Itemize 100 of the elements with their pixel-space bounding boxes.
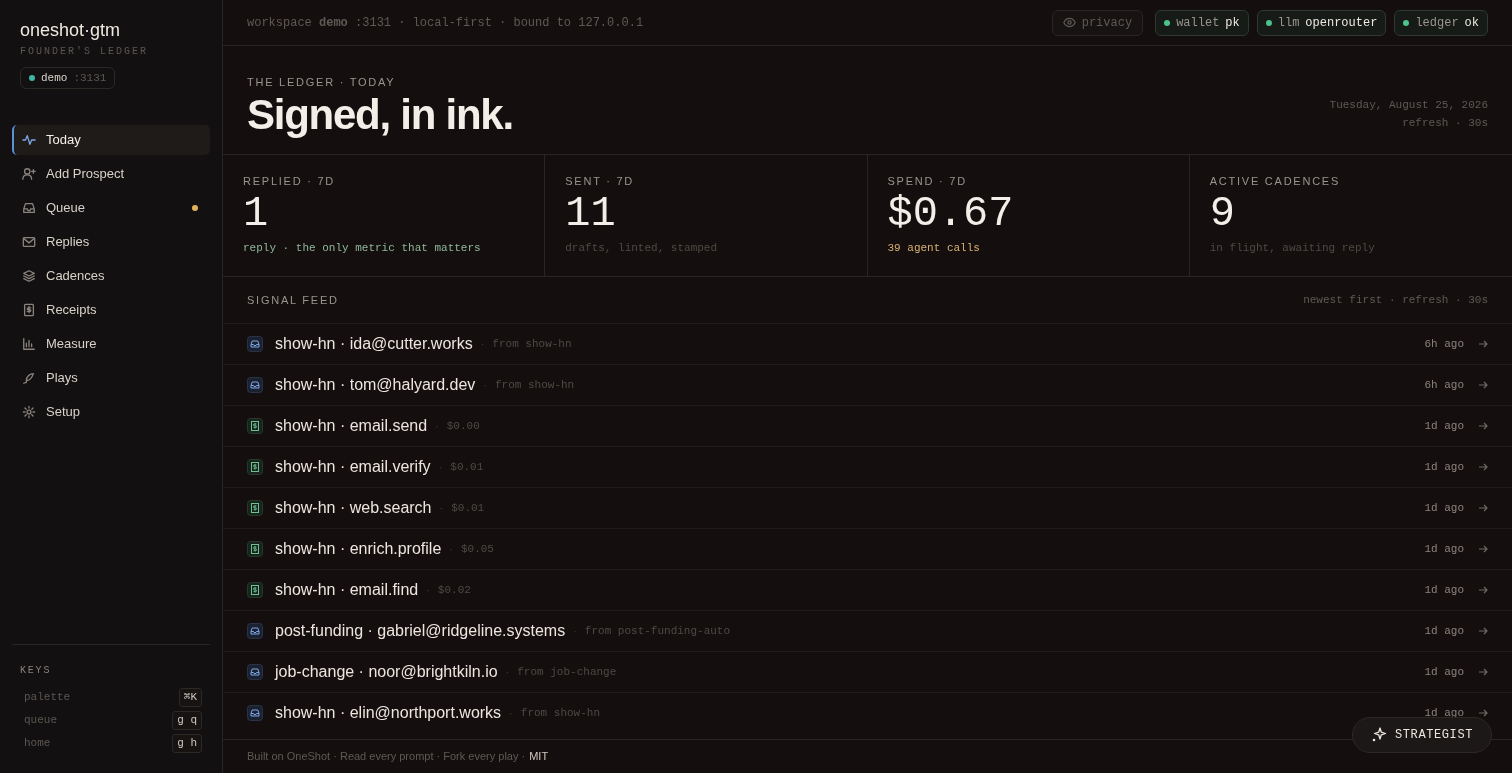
nav-item[interactable]: Today	[12, 125, 210, 156]
feed-row[interactable]: show-hn · email.send · $0.00 1d ago	[223, 405, 1512, 446]
feed-meta: from post-funding-auto	[584, 623, 731, 639]
nav-item[interactable]: Setup	[12, 397, 210, 428]
workspace-port: :3131	[73, 70, 107, 86]
status-label: wallet	[1176, 14, 1220, 32]
stat-value: 1	[243, 189, 270, 238]
feather-icon	[22, 371, 36, 386]
stat-label: ACTIVE CADENCES	[1209, 174, 1342, 189]
stat-value: $0.67	[887, 189, 1015, 238]
arrow-icon	[1478, 503, 1488, 513]
feed-row[interactable]: show-hn · tom@halyard.dev · from show-hn 6h ago	[223, 364, 1512, 405]
nav-item[interactable]: Replies	[12, 227, 210, 258]
footer-text: Built on OneShot · Read every prompt · Fork every play ·	[247, 749, 526, 765]
feed-time: 6h ago	[1424, 377, 1464, 393]
mail-icon	[22, 235, 36, 250]
feed-row[interactable]: show-hn · enrich.profile · $0.05 1d ago	[223, 528, 1512, 569]
inbox-icon	[22, 201, 36, 216]
separator-dot: ·	[573, 623, 577, 639]
feed-time: 1d ago	[1424, 623, 1464, 639]
nav-item[interactable]: Cadences	[12, 261, 210, 292]
separator-dot: ·	[505, 664, 510, 680]
section-title: SIGNAL FEED	[247, 292, 339, 308]
eye-icon	[1062, 16, 1076, 29]
app-logo: oneshot·gtm	[19, 20, 122, 42]
separator-dot: ·	[439, 500, 444, 516]
feed-title: show-hn · email.send	[275, 416, 428, 436]
status-value: pk	[1225, 14, 1240, 32]
feed-time: 1d ago	[1424, 500, 1464, 516]
nav-item[interactable]: Plays	[12, 363, 210, 394]
arrow-icon	[1478, 380, 1488, 390]
shortcut-label: palette	[24, 690, 71, 706]
nav-item[interactable]: Queue	[12, 193, 210, 224]
date-label: Tuesday, August 25, 2026	[1329, 98, 1488, 113]
workspace-info: workspace demo :3131 · local-first · bound to 127.0.0.1	[247, 14, 644, 32]
bar-chart-icon	[22, 337, 36, 352]
receipt-icon	[247, 541, 263, 557]
stat-value: 11	[565, 189, 617, 238]
layers-icon	[22, 269, 36, 284]
status-label: ledger	[1415, 14, 1459, 32]
refresh-label: refresh · 30s	[1401, 116, 1488, 131]
status-value: openrouter	[1305, 14, 1378, 32]
separator-dot: ·	[438, 459, 443, 475]
inbox-icon	[247, 705, 263, 721]
inbox-icon	[247, 336, 263, 352]
feed-note: newest first · refresh · 30s	[1303, 292, 1488, 308]
stat-value: 9	[1209, 189, 1236, 238]
feed-time: 1d ago	[1424, 459, 1464, 475]
arrow-icon	[1478, 462, 1488, 472]
license-label: MIT	[529, 749, 549, 765]
arrow-icon	[1478, 667, 1488, 677]
feed-row[interactable]: post-funding · gabriel@ridgeline.systems · from post-funding-auto 1d ago	[223, 610, 1512, 651]
shortcut-key: g h	[172, 734, 202, 753]
pulse-icon	[22, 133, 36, 148]
inbox-icon	[247, 664, 263, 680]
arrow-icon	[1478, 626, 1488, 636]
shortcut-key: g q	[172, 711, 202, 730]
status-label: llm	[1277, 14, 1300, 32]
separator-dot: ·	[435, 418, 439, 434]
section-label: KEYS	[20, 664, 53, 678]
separator-dot: ·	[449, 541, 453, 557]
separator-dot: ·	[426, 582, 430, 598]
shortcut-key: ⌘K	[178, 688, 202, 707]
arrow-icon	[1478, 421, 1488, 431]
feed-meta: $0.01	[450, 459, 484, 475]
feed-row[interactable]: show-hn · email.find · $0.02 1d ago	[223, 569, 1512, 610]
eyebrow-label: THE LEDGER · TODAY	[247, 74, 397, 90]
feed-meta: $0.00	[446, 418, 480, 434]
sparkle-icon	[1371, 727, 1387, 743]
workspace-name: demo	[41, 70, 68, 86]
feed-meta: $0.05	[460, 541, 494, 557]
feed-time: 1d ago	[1424, 582, 1464, 598]
feed-time: 1d ago	[1424, 418, 1464, 434]
feed-meta: $0.02	[437, 582, 471, 598]
feed-title: show-hn · email.find	[275, 580, 419, 600]
nav-item[interactable]: Receipts	[12, 295, 210, 326]
feed-row[interactable]: show-hn · email.verify · $0.01 1d ago	[223, 446, 1512, 487]
receipt-icon	[247, 500, 263, 516]
arrow-icon	[1478, 339, 1488, 349]
shortcut-label: queue	[24, 713, 57, 729]
arrow-icon	[1478, 544, 1488, 554]
strategist-button[interactable]: STRATEGIST	[1352, 717, 1492, 753]
page-title: Signed, in ink.	[247, 94, 513, 136]
feed-title: show-hn · ida@cutter.works	[275, 334, 473, 354]
receipt-icon	[22, 303, 36, 318]
nav-item[interactable]: Measure	[12, 329, 210, 360]
inbox-icon	[247, 623, 263, 639]
workspace-chip[interactable]: demo :3131	[20, 66, 116, 90]
stat-label: SPEND · 7D	[887, 174, 968, 189]
app-subtitle: FOUNDER'S LEDGER	[19, 44, 149, 59]
arrow-icon	[1478, 708, 1488, 718]
feed-title: post-funding · gabriel@ridgeline.systems	[275, 621, 566, 641]
feed-row[interactable]: show-hn · ida@cutter.works · from show-hn 6h ago	[223, 323, 1512, 364]
status-value: ok	[1464, 14, 1479, 32]
feed-title: job-change · noor@brightkiln.io	[275, 662, 498, 682]
feed-time: 1d ago	[1424, 664, 1464, 680]
stat-label: REPLIED · 7D	[243, 174, 337, 189]
nav-item[interactable]: Add Prospect	[12, 159, 210, 190]
stat-label: SENT · 7D	[565, 174, 636, 189]
arrow-icon	[1478, 585, 1488, 595]
